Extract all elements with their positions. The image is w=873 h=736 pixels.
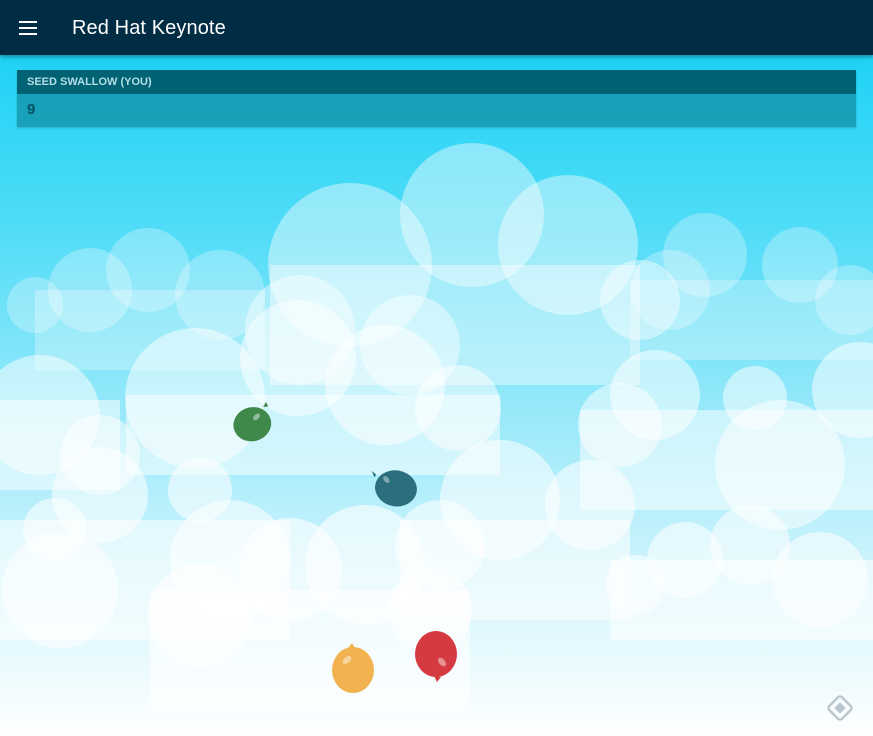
menu-button[interactable] — [10, 10, 46, 46]
game-sky — [0, 55, 873, 736]
balloon-teal[interactable] — [366, 463, 422, 513]
scoreboard-card: SEED SWALLOW (YOU) 9 — [17, 70, 856, 127]
app-title: Red Hat Keynote — [72, 17, 226, 39]
balloon-green[interactable] — [228, 398, 278, 448]
balloon-yellow[interactable] — [328, 640, 380, 696]
balloon-red[interactable] — [410, 629, 464, 687]
player-score: 9 — [17, 94, 856, 127]
app-bar: Red Hat Keynote — [0, 0, 873, 55]
hamburger-menu-icon — [19, 21, 37, 35]
player-name-label: SEED SWALLOW (YOU) — [17, 70, 856, 94]
brand-logo-icon — [827, 695, 853, 721]
